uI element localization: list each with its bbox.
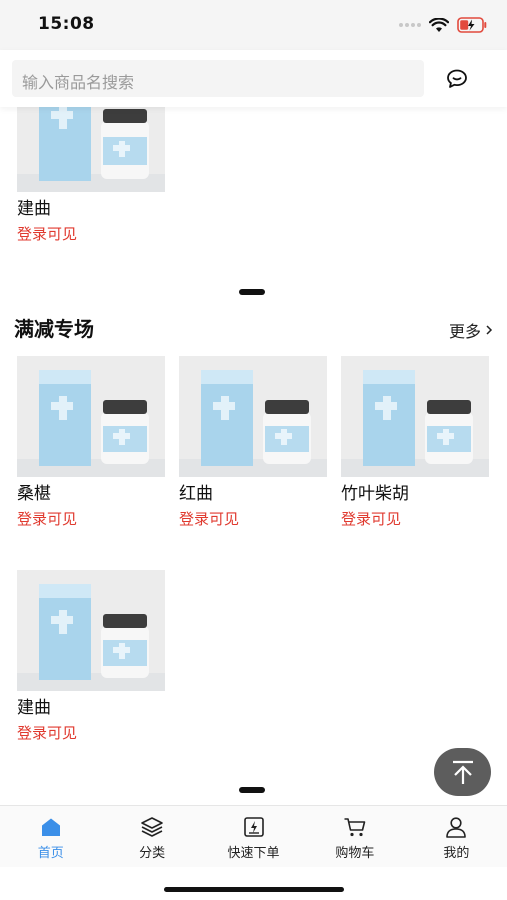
product-card[interactable]: 建曲 登录可见	[17, 107, 165, 244]
arrow-up-icon	[452, 760, 473, 784]
more-link[interactable]: 更多	[449, 318, 493, 342]
product-image	[17, 356, 165, 477]
product-card[interactable]: 竹叶柴胡 登录可见	[341, 356, 489, 529]
tab-mine[interactable]: 我的	[406, 806, 507, 867]
tab-category[interactable]: 分类	[101, 806, 202, 867]
product-price: 登录可见	[341, 510, 402, 528]
product-price: 登录可见	[17, 225, 78, 243]
layers-icon	[141, 817, 163, 837]
product-image	[17, 570, 165, 691]
quick-order-icon	[243, 817, 264, 837]
tab-quick-order[interactable]: 快速下单	[203, 806, 304, 867]
more-label: 更多	[448, 322, 481, 341]
search-placeholder: 输入商品名搜索	[22, 73, 135, 92]
home-icon	[41, 818, 60, 836]
product-price: 登录可见	[179, 510, 240, 528]
tab-label: 首页	[37, 846, 64, 861]
search-input[interactable]: 输入商品名搜索	[12, 60, 424, 97]
product-image	[179, 356, 327, 477]
chevron-right-icon	[486, 325, 493, 335]
home-indicator[interactable]	[164, 887, 344, 892]
product-image	[341, 356, 489, 477]
product-card[interactable]: 建曲 登录可见	[17, 570, 165, 743]
tab-label: 购物车	[335, 846, 375, 861]
product-name: 竹叶柴胡	[341, 484, 409, 504]
status-bar: 15:08	[0, 0, 507, 50]
product-price: 登录可见	[17, 510, 78, 528]
product-name: 建曲	[17, 199, 51, 219]
page-indicator	[239, 787, 265, 793]
tab-cart[interactable]: 购物车	[304, 806, 405, 867]
tab-label: 我的	[443, 846, 470, 861]
product-card[interactable]: 桑椹 登录可见	[17, 356, 165, 529]
product-name: 桑椹	[17, 484, 51, 504]
home-indicator-area	[0, 867, 507, 900]
app-screen: 15:08 输入商品名搜索 建曲 登录可见 满减专场 更多 桑椹 登录可见 红曲…	[0, 0, 507, 900]
section-title: 满减专场	[14, 317, 94, 341]
product-name: 红曲	[179, 484, 213, 504]
tab-label: 分类	[139, 846, 166, 861]
product-name: 建曲	[17, 698, 51, 718]
status-icons	[399, 16, 487, 34]
tab-home[interactable]: 首页	[0, 806, 101, 867]
content-area[interactable]: 建曲 登录可见 满减专场 更多 桑椹 登录可见 红曲 登录可见 竹叶柴胡 登录可…	[0, 107, 507, 805]
wifi-icon	[429, 17, 449, 32]
back-to-top-button[interactable]	[434, 748, 491, 796]
product-image	[17, 107, 165, 192]
user-icon	[446, 817, 467, 838]
product-price: 登录可见	[17, 724, 78, 742]
search-header: 输入商品名搜索	[0, 50, 507, 107]
tab-bar: 首页 分类 快速下单 购物车 我的	[0, 805, 507, 867]
status-time: 15:08	[38, 14, 95, 34]
battery-charging-icon	[457, 17, 487, 33]
tab-label: 快速下单	[227, 846, 280, 861]
message-icon[interactable]	[445, 67, 469, 91]
cart-icon	[344, 818, 366, 837]
page-indicator	[239, 289, 265, 295]
product-card[interactable]: 红曲 登录可见	[179, 356, 327, 529]
signal-icon	[399, 23, 421, 27]
